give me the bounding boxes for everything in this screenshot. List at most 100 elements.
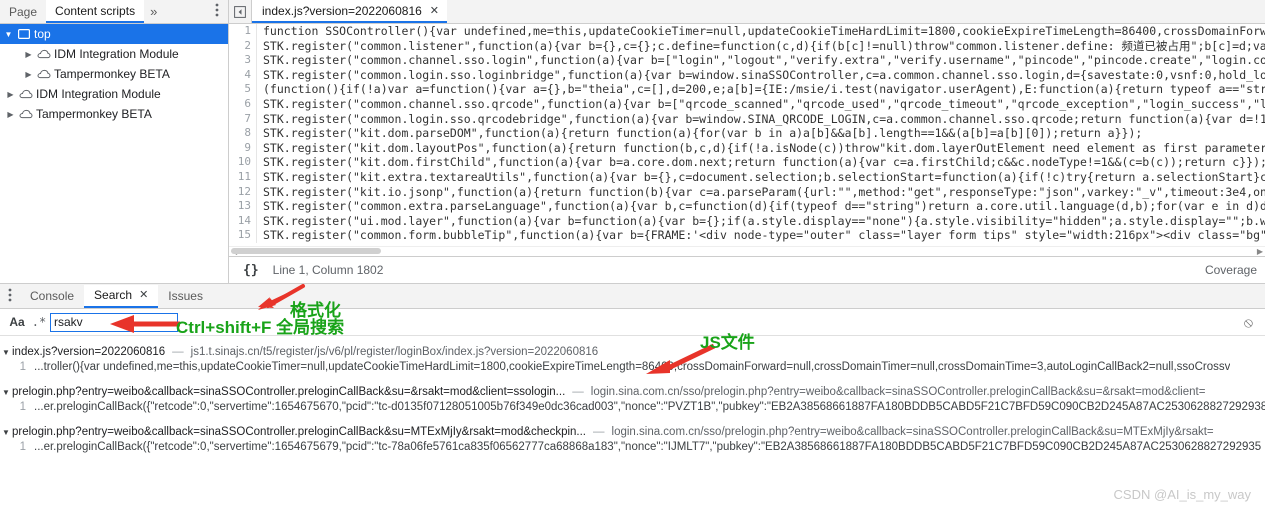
line-source: function SSOController(){var undefined,m… — [256, 24, 1265, 39]
line-source: STK.register("kit.dom.layoutPos",functio… — [256, 140, 1265, 156]
match-line-number: 1 — [19, 441, 26, 453]
chevron-right-icon[interactable]: ▶ — [22, 70, 35, 79]
tree-item-label: IDM Integration Module — [54, 47, 179, 61]
line-source: STK.register("common.channel.sso.qrcode"… — [256, 96, 1265, 112]
line-source: STK.register("common.login.sso.loginbrid… — [256, 67, 1265, 83]
line-source: STK.register("kit.dom.firstChild",functi… — [256, 155, 1265, 170]
drawer-panel: Console Search ✕ Issues Aa .* ⦸ ▼ index.… — [0, 284, 1265, 510]
line-source: STK.register("common.extra.parseLanguage… — [256, 199, 1265, 214]
separator-dash: — — [572, 386, 584, 398]
separator-dash: — — [593, 426, 605, 438]
code-line: 14 STK.register("ui.mod.layer",function(a… — [229, 213, 1265, 229]
close-icon[interactable]: ✕ — [430, 4, 439, 17]
tree-item-idm-nested[interactable]: ▶ IDM Integration Module — [0, 44, 228, 64]
code-line: 1 function SSOController(){var undefined,… — [229, 24, 1265, 39]
chevron-down-icon[interactable]: ▼ — [0, 388, 12, 397]
line-number: 6 — [229, 96, 256, 112]
search-result-group: ▼ prelogin.php?entry=weibo&callback=sina… — [0, 383, 1265, 418]
clear-icon[interactable]: ⦸ — [1244, 314, 1259, 331]
drawer-tab-label: Search — [94, 288, 133, 302]
line-number: 7 — [229, 111, 256, 127]
code-line: 11 STK.register("kit.extra.textareaUtils"… — [229, 169, 1265, 185]
code-line: 13 STK.register("common.extra.parseLangua… — [229, 199, 1265, 214]
line-number: 13 — [229, 199, 256, 214]
code-line: 4 STK.register("common.login.sso.loginbri… — [229, 67, 1265, 83]
line-source: STK.register("common.channel.sso.login",… — [256, 53, 1265, 68]
code-viewer[interactable]: 1 function SSOController(){var undefined,… — [229, 24, 1265, 246]
search-result-match[interactable]: 1 ...er.preloginCallBack({"retcode":0,"s… — [0, 401, 1265, 418]
line-source: STK.register("kit.extra.textareaUtils",f… — [256, 169, 1265, 185]
chevron-down-icon[interactable]: ▼ — [0, 348, 12, 357]
cloud-icon — [35, 49, 52, 59]
code-line: 3 STK.register("common.channel.sso.login"… — [229, 53, 1265, 68]
tree-item-label: Tampermonkey BETA — [54, 67, 170, 81]
chevron-down-icon[interactable]: ▼ — [0, 428, 12, 437]
top-split: Page Content scripts » ▼ top ▶ IDM Integ… — [0, 0, 1265, 284]
tab-page[interactable]: Page — [0, 1, 46, 23]
line-number: 4 — [229, 67, 256, 83]
search-toolbar: Aa .* ⦸ — [0, 309, 1265, 336]
result-file-url: login.sina.com.cn/sso/prelogin.php?entry… — [590, 386, 1206, 398]
editor-tab-index-js[interactable]: index.js?version=2022060816 ✕ — [252, 0, 448, 23]
editor-tab-label: index.js?version=2022060816 — [262, 3, 422, 18]
close-icon[interactable]: ✕ — [139, 283, 148, 307]
chevron-right-icon[interactable]: ▶ — [22, 50, 35, 59]
show-navigator-icon[interactable] — [229, 0, 252, 23]
line-number: 10 — [229, 155, 256, 170]
navigator-menu-icon[interactable] — [212, 3, 222, 21]
tree-item-tampermonkey[interactable]: ▶ Tampermonkey BETA — [0, 104, 228, 124]
result-file-url: js1.t.sinajs.cn/t5/register/js/v6/pl/reg… — [190, 346, 599, 358]
search-result-match[interactable]: 1 ...er.preloginCallBack({"retcode":0,"s… — [0, 441, 1265, 458]
match-line-text: ...troller(){var undefined,me=this,updat… — [34, 361, 1231, 373]
code-line: 10 STK.register("kit.dom.firstChild",func… — [229, 155, 1265, 170]
search-result-header[interactable]: ▼ index.js?version=2022060816 — js1.t.si… — [0, 343, 1265, 361]
search-input[interactable] — [50, 312, 178, 332]
drawer-menu-icon[interactable] — [0, 288, 20, 305]
more-tabs-icon[interactable]: » — [144, 4, 163, 19]
result-file-name: index.js?version=2022060816 — [12, 346, 166, 358]
drawer-tab-console[interactable]: Console — [20, 285, 84, 308]
result-file-name: prelogin.php?entry=weibo&callback=sinaSS… — [12, 426, 587, 438]
tab-content-scripts[interactable]: Content scripts — [46, 0, 145, 23]
tree-item-label: top — [34, 27, 51, 41]
chevron-right-icon[interactable]: ▶ — [4, 90, 17, 99]
search-result-match[interactable]: 1 ...troller(){var undefined,me=this,upd… — [0, 361, 1265, 378]
format-pretty-print-icon[interactable]: {} — [237, 263, 265, 278]
tree-item-label: Tampermonkey BETA — [36, 107, 152, 121]
line-source: STK.register("ui.mod.layer",function(a){… — [256, 213, 1265, 229]
line-number: 1 — [229, 24, 256, 39]
line-number: 11 — [229, 169, 256, 185]
code-line: 12 STK.register("kit.io.jsonp",function(a… — [229, 184, 1265, 200]
cloud-icon — [17, 89, 34, 99]
scrollbar-thumb[interactable] — [231, 248, 381, 254]
code-line: 6 STK.register("common.channel.sso.qrcode… — [229, 96, 1265, 112]
tree-item-idm[interactable]: ▶ IDM Integration Module — [0, 84, 228, 104]
cursor-position: Line 1, Column 1802 — [272, 263, 384, 277]
line-number: 3 — [229, 53, 256, 68]
search-results: ▼ index.js?version=2022060816 — js1.t.si… — [0, 336, 1265, 510]
drawer-tab-search[interactable]: Search ✕ — [84, 283, 159, 308]
separator-dash: — — [172, 346, 184, 358]
tree-item-top[interactable]: ▼ top — [0, 24, 228, 44]
regex-icon[interactable]: .* — [28, 315, 50, 329]
line-source: STK.register("common.form.bubbleTip",fun… — [256, 228, 1265, 243]
line-source: STK.register("kit.io.jsonp",function(a){… — [256, 184, 1265, 200]
search-result-header[interactable]: ▼ prelogin.php?entry=weibo&callback=sina… — [0, 423, 1265, 441]
chevron-down-icon[interactable]: ▼ — [2, 30, 15, 39]
scroll-right-icon[interactable]: ▶ — [1257, 247, 1263, 256]
search-result-header[interactable]: ▼ prelogin.php?entry=weibo&callback=sina… — [0, 383, 1265, 401]
editor-panel: index.js?version=2022060816 ✕ 1 function … — [229, 0, 1265, 283]
drawer-tabbar: Console Search ✕ Issues — [0, 284, 1265, 309]
navigator-tabbar: Page Content scripts » — [0, 0, 228, 24]
editor-horizontal-scrollbar[interactable]: ◀ ▶ — [229, 246, 1265, 256]
drawer-tab-issues[interactable]: Issues — [158, 285, 213, 308]
match-case-icon[interactable]: Aa — [6, 315, 28, 329]
chevron-right-icon[interactable]: ▶ — [4, 110, 17, 119]
coverage-label[interactable]: Coverage — [1205, 263, 1257, 277]
tree-item-tampermonkey-nested[interactable]: ▶ Tampermonkey BETA — [0, 64, 228, 84]
editor-statusbar: {} Line 1, Column 1802 Coverage — [229, 256, 1265, 283]
search-result-group: ▼ index.js?version=2022060816 — js1.t.si… — [0, 343, 1265, 378]
navigator-panel: Page Content scripts » ▼ top ▶ IDM Integ… — [0, 0, 229, 283]
match-line-number: 1 — [19, 401, 26, 413]
result-file-name: prelogin.php?entry=weibo&callback=sinaSS… — [12, 386, 566, 398]
